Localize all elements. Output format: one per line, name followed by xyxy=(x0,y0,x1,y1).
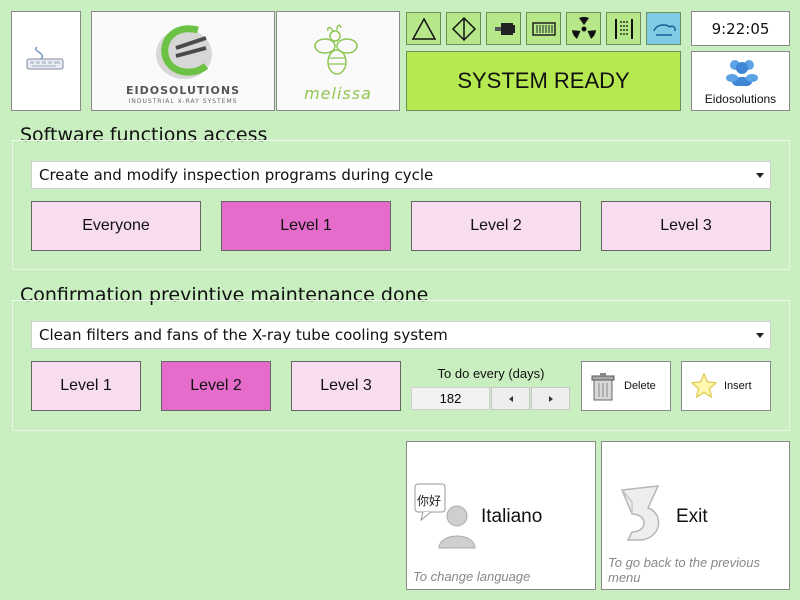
eido-logo-mark xyxy=(156,25,212,79)
access-level-1-button[interactable]: Level 1 xyxy=(221,201,391,251)
chevron-down-icon xyxy=(756,333,764,338)
star-icon xyxy=(690,372,718,399)
triangle-button[interactable] xyxy=(406,12,441,45)
access-level-2-label: Level 2 xyxy=(470,217,522,234)
diamond-icon xyxy=(451,16,476,41)
interval-decrement-button[interactable] xyxy=(491,387,530,410)
insert-button[interactable]: Insert xyxy=(681,361,771,411)
chevron-right-icon xyxy=(548,395,553,402)
cloud-button[interactable] xyxy=(646,12,681,45)
user-button[interactable]: Eidosolutions xyxy=(691,51,790,111)
radiation-icon xyxy=(571,16,596,39)
melissa-logo-text: melissa xyxy=(304,84,372,103)
function-select-value: Create and modify inspection programs du… xyxy=(39,166,434,184)
language-bubble-text: 你好 xyxy=(417,494,442,508)
access-level-3-label: Level 3 xyxy=(660,217,712,234)
clock: 9:22:05 xyxy=(691,11,790,46)
insert-label: Insert xyxy=(724,380,752,392)
cloud-icon xyxy=(652,23,676,36)
access-level-2-button[interactable]: Level 2 xyxy=(411,201,581,251)
keyboard-button[interactable] xyxy=(11,11,81,111)
chevron-down-icon xyxy=(756,173,764,178)
interval-increment-button[interactable] xyxy=(531,387,570,410)
chevron-left-icon xyxy=(508,395,513,402)
maintenance-level-3-label: Level 3 xyxy=(320,377,372,394)
diamond-button[interactable] xyxy=(446,12,481,45)
eido-logo-subtext: INDUSTRIAL X-RAY SYSTEMS xyxy=(128,98,238,105)
exit-hint: To go back to the previous menu xyxy=(608,555,761,585)
clock-text: 9:22:05 xyxy=(711,19,770,38)
delete-label: Delete xyxy=(624,380,656,392)
exit-arrow-icon xyxy=(620,485,660,541)
delete-button[interactable]: Delete xyxy=(581,361,671,411)
language-hint: To change language xyxy=(413,569,531,584)
bee-icon xyxy=(314,24,358,75)
maintenance-task-select[interactable]: Clean filters and fans of the X-ray tube… xyxy=(31,321,771,349)
interval-input[interactable]: 182 xyxy=(411,387,490,410)
maintenance-level-2-button[interactable]: Level 2 xyxy=(161,361,271,411)
exit-label: Exit xyxy=(676,506,708,527)
scan-bar-button[interactable] xyxy=(606,12,641,45)
radiation-button[interactable] xyxy=(566,12,601,45)
triangle-icon xyxy=(411,16,436,40)
eidosolutions-logo: EIDOSOLUTIONS INDUSTRIAL X-RAY SYSTEMS xyxy=(91,11,275,111)
maintenance-level-3-button[interactable]: Level 3 xyxy=(291,361,401,411)
xray-source-icon xyxy=(494,22,515,35)
xray-source-button[interactable] xyxy=(486,12,521,45)
language-label: Italiano xyxy=(481,506,543,527)
language-button[interactable]: 你好 Italiano To change language xyxy=(406,441,596,590)
access-level-3-button[interactable]: Level 3 xyxy=(601,201,771,251)
detector-icon xyxy=(531,21,556,36)
eido-logo-text: EIDOSOLUTIONS xyxy=(126,84,240,97)
melissa-logo: melissa xyxy=(276,11,400,111)
interval-value: 182 xyxy=(439,391,462,406)
keyboard-icon xyxy=(26,46,64,70)
trash-icon xyxy=(591,373,615,401)
access-everyone-button[interactable]: Everyone xyxy=(31,201,201,251)
maintenance-level-2-label: Level 2 xyxy=(190,377,242,394)
access-level-1-label: Level 1 xyxy=(280,217,332,234)
system-status: SYSTEM READY xyxy=(406,51,681,111)
function-select[interactable]: Create and modify inspection programs du… xyxy=(31,161,771,189)
detector-button[interactable] xyxy=(526,12,561,45)
maintenance-task-value: Clean filters and fans of the X-ray tube… xyxy=(39,326,448,344)
interval-label: To do every (days) xyxy=(437,366,545,381)
user-label: Eidosolutions xyxy=(704,92,777,106)
maintenance-level-1-label: Level 1 xyxy=(60,377,112,394)
system-status-text: SYSTEM READY xyxy=(457,68,630,93)
exit-button[interactable]: Exit To go back to the previous menu xyxy=(601,441,790,590)
access-everyone-label: Everyone xyxy=(82,217,150,234)
users-icon xyxy=(726,60,758,86)
maintenance-level-1-button[interactable]: Level 1 xyxy=(31,361,141,411)
scan-bar-icon xyxy=(614,18,633,39)
